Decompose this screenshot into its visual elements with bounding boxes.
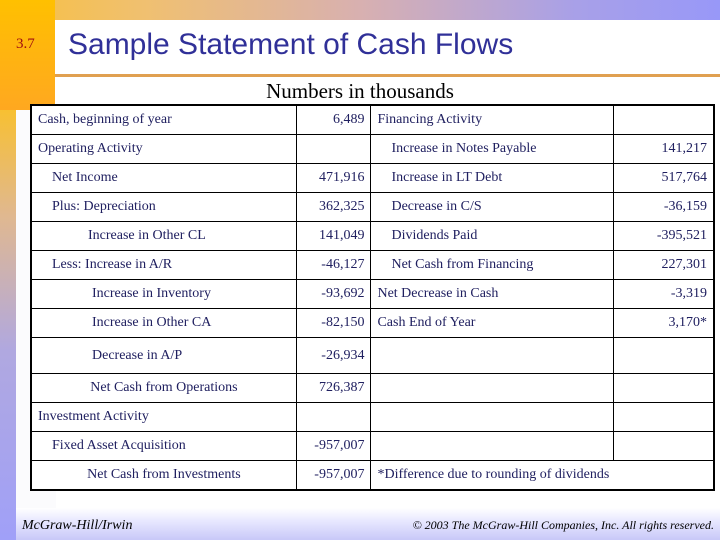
table-row: Less: Increase in A/R -46,127 Net Cash fro… <box>30 250 715 280</box>
table-row: Cash, beginning of year 6,489 Financing Ac… <box>30 104 715 135</box>
operating-value: 6,489 <box>295 104 372 135</box>
table-row: Fixed Asset Acquisition -957,007 <box>30 431 715 461</box>
operating-label: Net Cash from Operations <box>30 373 297 403</box>
table-row: Plus: Depreciation 362,325 Decrease in C/S… <box>30 192 715 222</box>
slide-title: Sample Statement of Cash Flows <box>68 28 514 61</box>
financing-label <box>370 337 614 374</box>
financing-label: Increase in LT Debt <box>370 163 614 193</box>
table-row: Net Cash from Operations 726,387 <box>30 373 715 403</box>
operating-value <box>295 134 372 164</box>
top-gradient-band <box>0 0 720 20</box>
operating-value: -26,934 <box>295 337 372 374</box>
financing-value <box>612 431 715 461</box>
financing-value <box>612 104 715 135</box>
operating-value <box>295 402 372 432</box>
operating-value: 471,916 <box>295 163 372 193</box>
operating-label: Increase in Inventory <box>30 279 297 309</box>
table-row: Increase in Inventory -93,692 Net Decrease… <box>30 279 715 309</box>
operating-value: 141,049 <box>295 221 372 251</box>
financing-value <box>612 402 715 432</box>
financing-label: Financing Activity <box>370 104 614 135</box>
financing-label: Increase in Notes Payable <box>370 134 614 164</box>
table-row: Operating Activity Increase in Notes Paya… <box>30 134 715 164</box>
financing-value: 227,301 <box>612 250 715 280</box>
operating-value: -46,127 <box>295 250 372 280</box>
table-row: Net Cash from Investments -957,007 *Differ… <box>30 460 715 491</box>
operating-label: Net Income <box>30 163 297 193</box>
financing-label: Cash End of Year <box>370 308 614 338</box>
cash-flow-table: Cash, beginning of year 6,489 Financing Ac… <box>30 104 715 491</box>
operating-label: Plus: Depreciation <box>30 192 297 222</box>
slide-subtitle: Numbers in thousands <box>266 79 454 103</box>
operating-label: Cash, beginning of year <box>30 104 297 135</box>
footer-publisher: McGraw-Hill/Irwin <box>22 518 133 533</box>
operating-label: Net Cash from Investments <box>30 460 297 491</box>
table-row: Increase in Other CA -82,150 Cash End of Y… <box>30 308 715 338</box>
financing-label <box>370 402 614 432</box>
financing-value: 3,170* <box>612 308 715 338</box>
operating-value: -957,007 <box>295 460 372 491</box>
table-row: Net Income 471,916 Increase in LT Debt 517,… <box>30 163 715 193</box>
table-row: Investment Activity <box>30 402 715 432</box>
financing-value <box>612 373 715 403</box>
financing-label: Net Cash from Financing <box>370 250 614 280</box>
operating-label: Increase in Other CL <box>30 221 297 251</box>
table-row: Decrease in A/P -26,934 <box>30 337 715 374</box>
financing-label: Dividends Paid <box>370 221 614 251</box>
table-row: Increase in Other CL 141,049 Dividends Pai… <box>30 221 715 251</box>
financing-value: 141,217 <box>612 134 715 164</box>
operating-label: Less: Increase in A/R <box>30 250 297 280</box>
operating-value: 726,387 <box>295 373 372 403</box>
slide-number: 3.7 <box>16 36 35 52</box>
financing-value <box>612 337 715 374</box>
financing-label: Decrease in C/S <box>370 192 614 222</box>
footer-copyright: © 2003 The McGraw-Hill Companies, Inc. A… <box>412 518 714 532</box>
operating-label: Operating Activity <box>30 134 297 164</box>
operating-value: -93,692 <box>295 279 372 309</box>
operating-value: -82,150 <box>295 308 372 338</box>
financing-label: Net Decrease in Cash <box>370 279 614 309</box>
financing-label <box>370 431 614 461</box>
operating-label: Increase in Other CA <box>30 308 297 338</box>
operating-label: Fixed Asset Acquisition <box>30 431 297 461</box>
operating-value: -957,007 <box>295 431 372 461</box>
operating-label: Decrease in A/P <box>30 337 297 374</box>
financing-value: -3,319 <box>612 279 715 309</box>
operating-label: Investment Activity <box>30 402 297 432</box>
financing-label <box>370 373 614 403</box>
operating-value: 362,325 <box>295 192 372 222</box>
footnote: *Difference due to rounding of dividends <box>370 460 715 491</box>
financing-value: -36,159 <box>612 192 715 222</box>
financing-value: -395,521 <box>612 221 715 251</box>
financing-value: 517,764 <box>612 163 715 193</box>
